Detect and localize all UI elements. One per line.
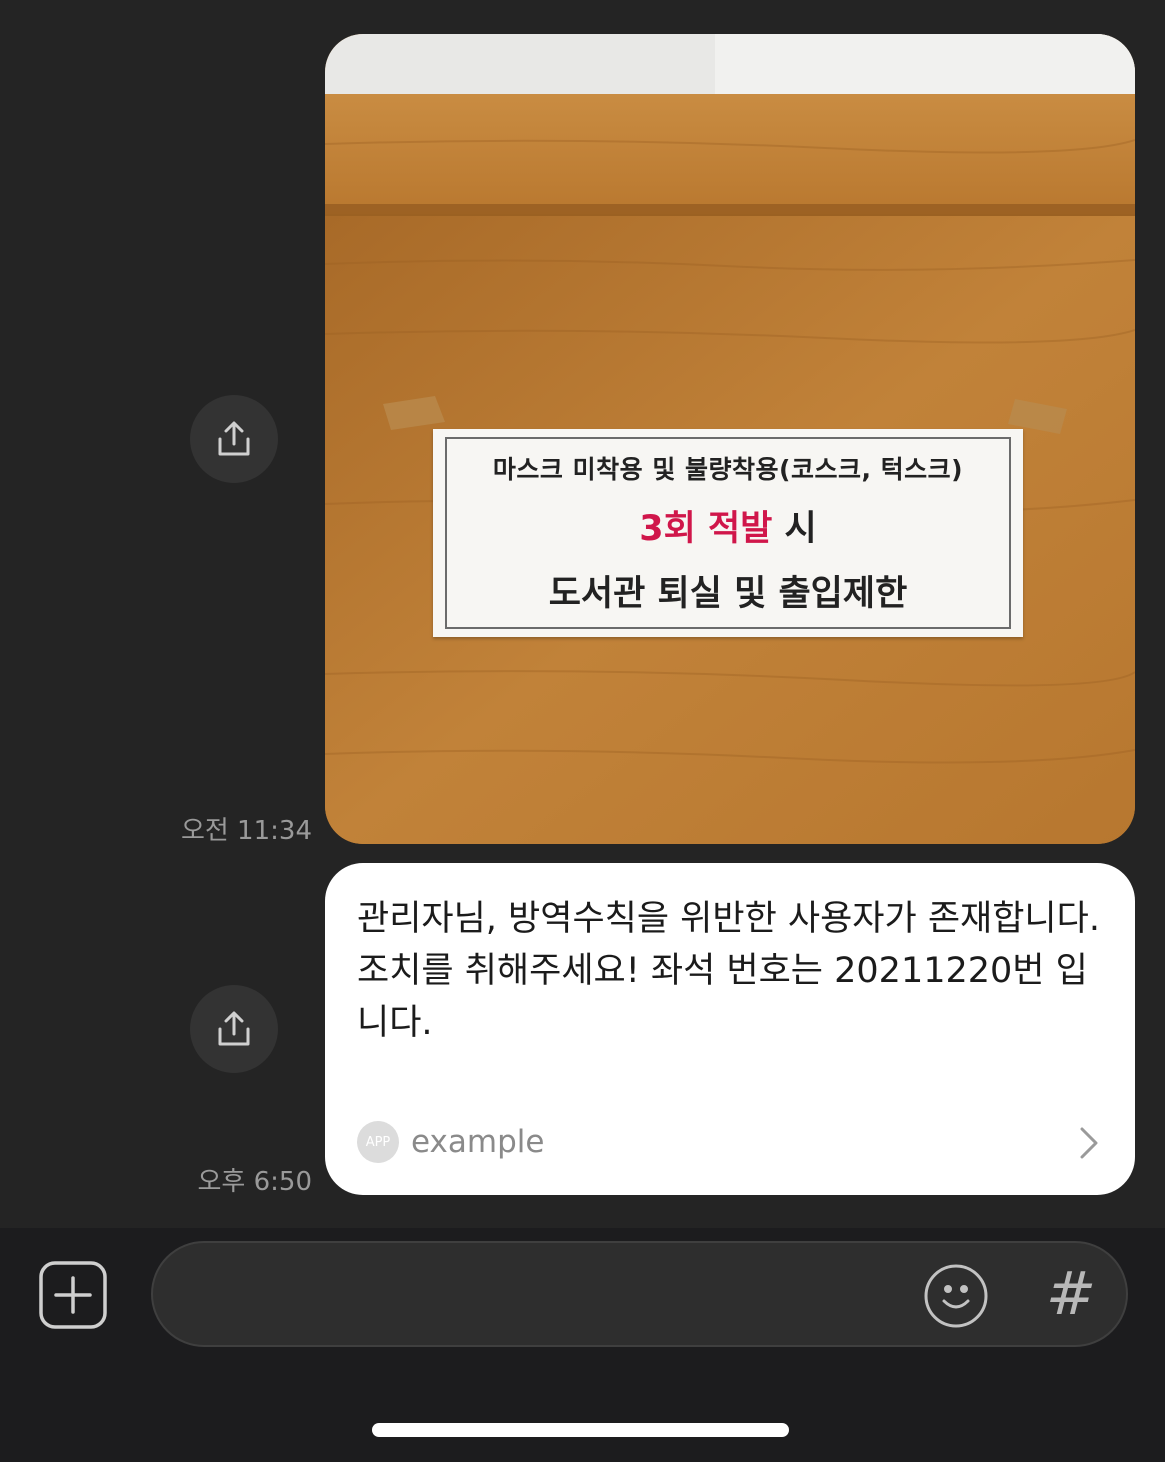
chevron-right-icon[interactable] <box>1077 1125 1101 1161</box>
timestamp-2: 오후 6:50 <box>197 1167 313 1197</box>
composer-bar: # <box>0 1228 1165 1462</box>
app-badge: APP <box>357 1121 399 1163</box>
notice-line-2: 3회 적발 시 <box>639 500 817 551</box>
home-indicator <box>372 1423 789 1437</box>
plus-icon[interactable] <box>38 1260 108 1330</box>
message-text: 관리자님, 방역수칙을 위반한 사용자가 존재합니다. 조치를 취해주세요! 좌… <box>357 899 1100 1043</box>
chat-area[interactable]: 오전 11:34 마스크 미착용 및 불량착용(코스크, 턱스크) 3회 적발 … <box>0 0 1165 1228</box>
share-icon <box>218 421 250 456</box>
share-icon <box>218 1011 250 1046</box>
app-link[interactable]: APP example <box>357 1121 544 1163</box>
notice-highlight: 3회 적발 <box>639 509 773 549</box>
app-name: example <box>411 1124 545 1160</box>
message-input[interactable] <box>193 1271 917 1321</box>
message-input-box[interactable]: # <box>151 1241 1128 1347</box>
notice-sign: 마스크 미착용 및 불량착용(코스크, 턱스크) 3회 적발 시 도서관 퇴실 … <box>433 429 1023 637</box>
timestamp-1: 오전 11:34 <box>180 816 312 846</box>
notice-line-1: 마스크 미착용 및 불량착용(코스크, 턱스크) <box>492 455 964 484</box>
emoji-icon[interactable] <box>923 1263 989 1329</box>
share-button-1[interactable] <box>190 395 278 483</box>
share-button-2[interactable] <box>190 985 278 1073</box>
notice-line-2-rest: 시 <box>772 509 817 549</box>
hashtag-button[interactable]: # <box>1043 1259 1099 1329</box>
text-message[interactable]: 관리자님, 방역수칙을 위반한 사용자가 존재합니다. 조치를 취해주세요! 좌… <box>325 863 1135 1195</box>
notice-line-3: 도서관 퇴실 및 출입제한 <box>548 574 908 614</box>
image-message[interactable]: 마스크 미착용 및 불량착용(코스크, 턱스크) 3회 적발 시 도서관 퇴실 … <box>325 34 1135 844</box>
